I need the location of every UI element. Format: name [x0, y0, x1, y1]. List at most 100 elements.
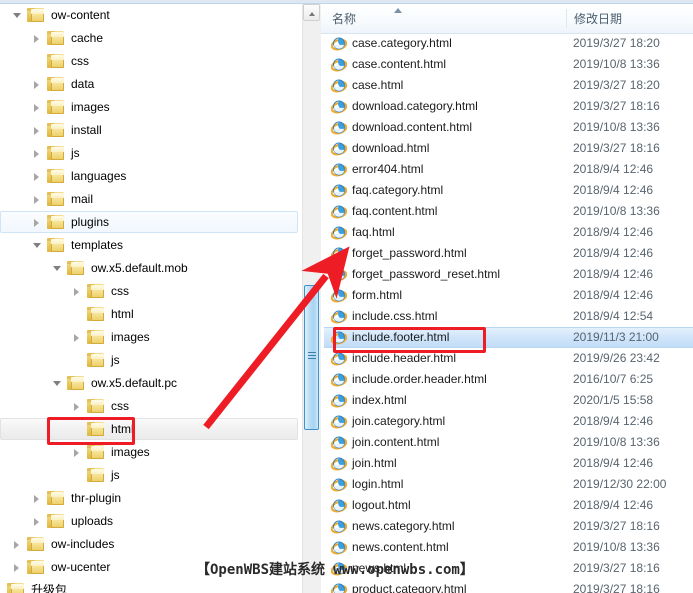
file-row[interactable]: news.category.html 2019/3/27 18:16: [321, 516, 693, 537]
file-row[interactable]: include.css.html 2018/9/4 12:54: [321, 306, 693, 327]
tree-item-languages[interactable]: languages: [0, 165, 300, 188]
file-date-cell: 2018/9/4 12:46: [573, 498, 654, 512]
file-row[interactable]: news.content.html 2019/10/8 13:36: [321, 537, 693, 558]
scrollbar-thumb[interactable]: [304, 285, 319, 430]
file-name-cell: case.category.html: [352, 36, 452, 50]
file-row[interactable]: logout.html 2018/9/4 12:46: [321, 495, 693, 516]
tree-item-images[interactable]: images: [0, 441, 300, 464]
tree-item-ow-content[interactable]: ow-content: [0, 4, 300, 27]
tree-item-plugins[interactable]: plugins: [0, 211, 300, 234]
chevron-down-icon[interactable]: [50, 257, 66, 280]
file-row[interactable]: join.category.html 2018/9/4 12:46: [321, 411, 693, 432]
file-row[interactable]: faq.category.html 2018/9/4 12:46: [321, 180, 693, 201]
file-row[interactable]: include.order.header.html 2016/10/7 6:25: [321, 369, 693, 390]
tree-item-templates[interactable]: templates: [0, 234, 300, 257]
tree-item-label: data: [71, 77, 95, 91]
tree-item-images[interactable]: images: [0, 326, 300, 349]
file-date-cell: 2016/10/7 6:25: [573, 372, 654, 386]
file-name-cell: error404.html: [352, 162, 424, 176]
tree-item-ow.x5.default.mob[interactable]: ow.x5.default.mob: [0, 257, 300, 280]
file-list-pane[interactable]: 名称 修改日期 case.category.html 2019/3/27 18:2…: [321, 4, 693, 593]
chevron-right-icon[interactable]: [30, 73, 46, 96]
tree-item-highlight: [0, 418, 298, 440]
chevron-right-icon[interactable]: [30, 188, 46, 211]
tree-item-js[interactable]: js: [0, 142, 300, 165]
file-row[interactable]: case.category.html 2019/3/27 18:20: [321, 33, 693, 54]
file-row[interactable]: forget_password.html 2018/9/4 12:46: [321, 243, 693, 264]
tree-item-js[interactable]: js: [0, 464, 300, 487]
file-row[interactable]: download.category.html 2019/3/27 18:16: [321, 96, 693, 117]
column-header-date[interactable]: 修改日期: [574, 9, 622, 29]
file-row[interactable]: download.html 2019/3/27 18:16: [321, 138, 693, 159]
file-row[interactable]: include.footer.html 2019/11/3 21:00: [321, 327, 693, 348]
chevron-right-icon[interactable]: [30, 142, 46, 165]
tree-vertical-scrollbar[interactable]: [302, 4, 321, 593]
file-row[interactable]: faq.content.html 2019/10/8 13:36: [321, 201, 693, 222]
folder-icon: [47, 215, 64, 230]
chevron-right-icon[interactable]: [10, 556, 26, 579]
folder-icon: [47, 491, 64, 506]
tree-item-install[interactable]: install: [0, 119, 300, 142]
tree-item-html[interactable]: html: [0, 303, 300, 326]
tree-item-ow.x5.default.pc[interactable]: ow.x5.default.pc: [0, 372, 300, 395]
tree-item-label: 升级包: [31, 583, 68, 593]
chevron-right-icon[interactable]: [30, 96, 46, 119]
file-name-cell: form.html: [352, 288, 403, 302]
file-row[interactable]: include.header.html 2019/9/26 23:42: [321, 348, 693, 369]
scroll-up-arrow-icon[interactable]: [303, 4, 320, 21]
folder-icon: [87, 307, 104, 322]
tree-item-thr-plugin[interactable]: thr-plugin: [0, 487, 300, 510]
chevron-right-icon[interactable]: [70, 441, 86, 464]
file-row[interactable]: case.content.html 2019/10/8 13:36: [321, 54, 693, 75]
file-row[interactable]: case.html 2019/3/27 18:20: [321, 75, 693, 96]
file-name-cell: include.css.html: [352, 309, 438, 323]
file-row[interactable]: error404.html 2018/9/4 12:46: [321, 159, 693, 180]
tree-item-data[interactable]: data: [0, 73, 300, 96]
file-row[interactable]: form.html 2018/9/4 12:46: [321, 285, 693, 306]
chevron-right-icon[interactable]: [30, 510, 46, 533]
column-header-name[interactable]: 名称: [332, 9, 356, 29]
chevron-right-icon[interactable]: [10, 533, 26, 556]
tree-item-html[interactable]: html: [0, 418, 300, 441]
chevron-right-icon[interactable]: [30, 27, 46, 50]
tree-item-uploads[interactable]: uploads: [0, 510, 300, 533]
chevron-right-icon[interactable]: [70, 280, 86, 303]
file-row[interactable]: join.html 2018/9/4 12:46: [321, 453, 693, 474]
file-row[interactable]: product.category.html 2019/3/27 18:16: [321, 579, 693, 593]
chevron-right-icon[interactable]: [30, 165, 46, 188]
tree-item-cache[interactable]: cache: [0, 27, 300, 50]
tree-item-css[interactable]: css: [0, 280, 300, 303]
file-row[interactable]: login.html 2019/12/30 22:00: [321, 474, 693, 495]
file-row[interactable]: forget_password_reset.html 2018/9/4 12:46: [321, 264, 693, 285]
file-date-cell: 2019/3/27 18:16: [573, 519, 660, 533]
chevron-right-icon[interactable]: [70, 395, 86, 418]
chevron-right-icon[interactable]: [30, 119, 46, 142]
file-date-cell: 2019/12/30 22:00: [573, 477, 667, 491]
file-name-cell: logout.html: [352, 498, 411, 512]
ie-html-file-icon: [330, 225, 348, 241]
tree-item-css[interactable]: css: [0, 395, 300, 418]
file-row[interactable]: join.content.html 2019/10/8 13:36: [321, 432, 693, 453]
file-date-cell: 2018/9/4 12:46: [573, 162, 654, 176]
file-row[interactable]: download.content.html 2019/10/8 13:36: [321, 117, 693, 138]
column-divider[interactable]: [566, 9, 567, 28]
tree-item-label: css: [111, 284, 129, 298]
tree-item-images[interactable]: images: [0, 96, 300, 119]
chevron-right-icon[interactable]: [30, 211, 46, 234]
chevron-down-icon[interactable]: [10, 4, 26, 27]
tree-item-css[interactable]: css: [0, 50, 300, 73]
tree-item-js[interactable]: js: [0, 349, 300, 372]
chevron-right-icon[interactable]: [70, 326, 86, 349]
tree-item-ow-includes[interactable]: ow-includes: [0, 533, 300, 556]
tree-item-[interactable]: 升级包: [0, 579, 300, 593]
ie-html-file-icon: [330, 456, 348, 472]
chevron-down-icon[interactable]: [30, 234, 46, 257]
folder-tree-pane[interactable]: ow-content cache css data images install js lan…: [0, 4, 300, 593]
chevron-down-icon[interactable]: [50, 372, 66, 395]
chevron-right-icon[interactable]: [30, 487, 46, 510]
file-row[interactable]: index.html 2020/1/5 15:58: [321, 390, 693, 411]
file-date-cell: 2018/9/4 12:46: [573, 414, 654, 428]
folder-icon: [7, 583, 24, 593]
tree-item-mail[interactable]: mail: [0, 188, 300, 211]
file-row[interactable]: faq.html 2018/9/4 12:46: [321, 222, 693, 243]
